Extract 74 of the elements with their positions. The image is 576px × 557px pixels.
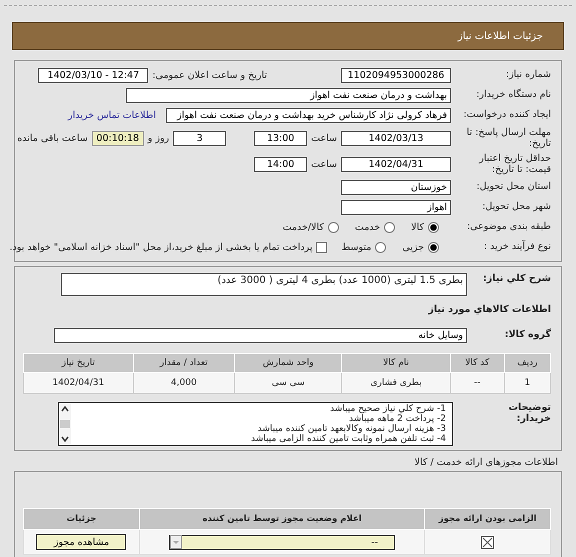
table-cell: -- — [450, 372, 504, 394]
section-heading: اطلاعات مجوزهای ارائه خدمت / کالا — [414, 457, 558, 468]
field-label: شهر محل تحویل: — [481, 201, 551, 213]
field-label: مهلت ارسال پاسخ: تا تاریخ: — [466, 126, 551, 150]
notes-field[interactable]: 1- شرح کلي نياز صحيح ميباشد 2- پرداخت 2 ماهه ميباشد 3- هزينه ارسال نمونه وکالابعهد تامين کننده ميباشد 4- ثبت تلفن همراه وثابت تامين کننده الزامی ميباشد — [58, 402, 453, 446]
option-label: کالا/خدمت — [282, 222, 324, 232]
requester-field[interactable]: فرهاد کرولی نژاد کارشناس خرید بهداشت و درمان صنعت نفت اهواز — [166, 108, 451, 122]
section-heading: اطلاعات کالاهاي مورد نياز — [427, 304, 551, 315]
field-label: توضيحات خريدار: — [507, 402, 551, 425]
field-label: نوع فرآیند خرید : — [482, 241, 551, 253]
page-title: جزئیات اطلاعات نیاز — [458, 30, 543, 42]
date-field[interactable]: 1402/04/31 — [341, 156, 451, 172]
column-header: کد کالا — [450, 354, 504, 372]
field-label: ساعت — [311, 158, 337, 170]
announce-date-field[interactable]: 1402/03/10 - 12:47 — [38, 68, 148, 82]
goods-group-field[interactable]: وسايل خانه — [54, 328, 467, 342]
radio-button[interactable] — [328, 222, 339, 232]
column-header: الزامی بودن ارائه مجوز — [424, 508, 550, 530]
field-label: تاریخ و ساعت اعلان عمومی: — [152, 70, 267, 80]
field-label: ساعت — [311, 132, 337, 144]
option-label: جزیی — [402, 242, 424, 252]
time-field[interactable]: 13:00 — [254, 130, 308, 146]
option-label: متوسط — [341, 242, 372, 252]
date-field[interactable]: 1402/03/13 — [341, 130, 451, 146]
column-header: نام کالا — [342, 354, 450, 372]
note-line: 3- هزينه ارسال نمونه وکالابعهد تامين کننده ميباشد — [256, 424, 446, 434]
contact-link[interactable]: اطلاعات تماس خریدار — [68, 110, 156, 120]
view-license-button[interactable]: مشاهده مجوز — [36, 534, 126, 550]
note-line: 2- پرداخت 2 ماهه ميباشد — [348, 414, 446, 424]
status-dropdown[interactable]: -- — [169, 534, 396, 550]
note-line: 4- ثبت تلفن همراه وثابت تامين کننده الزامی ميباشد — [250, 434, 446, 444]
field-label: طبقه بندی موضوعی: — [466, 221, 551, 233]
table-cell: 4,000 — [133, 372, 234, 394]
column-header: اعلام وضعیت مجوز توسط تامین کننده — [139, 508, 425, 530]
radio-button[interactable] — [375, 242, 386, 252]
column-header: تاريخ نياز — [24, 354, 134, 372]
days-field[interactable]: 3 — [173, 130, 226, 146]
scrollbar[interactable] — [59, 403, 71, 445]
option-label: خدمت — [354, 222, 380, 232]
field-label: گروه کالا: — [504, 329, 551, 341]
field-label: حداقل تاریخ اعتبار قیمت: تا تاریخ: — [478, 152, 551, 176]
field-label: استان محل تحویل: — [475, 181, 551, 193]
countdown-field[interactable]: 00:10:18 — [92, 130, 144, 146]
table-cell: 1 — [504, 372, 550, 394]
radio-button[interactable] — [384, 222, 396, 232]
checkbox-label: پرداخت تمام یا بخشی از مبلغ خرید،از محل "اسناد خزانه اسلامی" خواهد بود. — [10, 242, 312, 252]
note-line: 1- شرح کلي نياز صحيح ميباشد — [329, 404, 446, 414]
column-header: جزئیات — [24, 508, 140, 530]
time-field[interactable]: 14:00 — [254, 156, 308, 172]
field-label: ساعت باقی مانده — [17, 132, 88, 144]
option-label: کالا — [411, 222, 424, 232]
checkbox[interactable] — [481, 536, 494, 548]
column-header: واحد شمارش — [234, 354, 342, 372]
radio-button[interactable] — [428, 242, 439, 252]
scroll-up-icon[interactable] — [60, 405, 70, 413]
field-label: نام دستگاه خریدار: — [475, 89, 551, 101]
scroll-thumb[interactable] — [60, 420, 70, 428]
field-label: شرح کلي نياز: — [482, 273, 551, 284]
buyer-field[interactable]: بهداشت و درمان صنعت نفت اهواز — [126, 88, 451, 102]
radio-button[interactable] — [428, 222, 439, 232]
field-label: ایجاد کننده درخواست: — [462, 109, 551, 121]
table-cell: بطری فشاری — [342, 372, 450, 394]
description-field: بطری 1.5 لیتری (1000 عدد) بطری 4 لیتری ( 3000 عدد) — [61, 273, 467, 296]
checkbox[interactable] — [316, 242, 328, 252]
province-field[interactable]: خوزستان — [341, 180, 451, 194]
column-header: تعداد / مقدار — [133, 354, 234, 372]
column-header: رديف — [504, 354, 550, 372]
table-cell: 1402/04/31 — [24, 372, 134, 394]
need-number-field[interactable]: 1102094953000286 — [341, 68, 451, 82]
field-label: روز و — [148, 132, 170, 144]
table-cell: سی سی — [234, 372, 342, 394]
city-field[interactable]: اهواز — [341, 200, 451, 214]
field-label: شماره نیاز: — [504, 69, 551, 81]
scroll-down-icon[interactable] — [60, 435, 70, 443]
